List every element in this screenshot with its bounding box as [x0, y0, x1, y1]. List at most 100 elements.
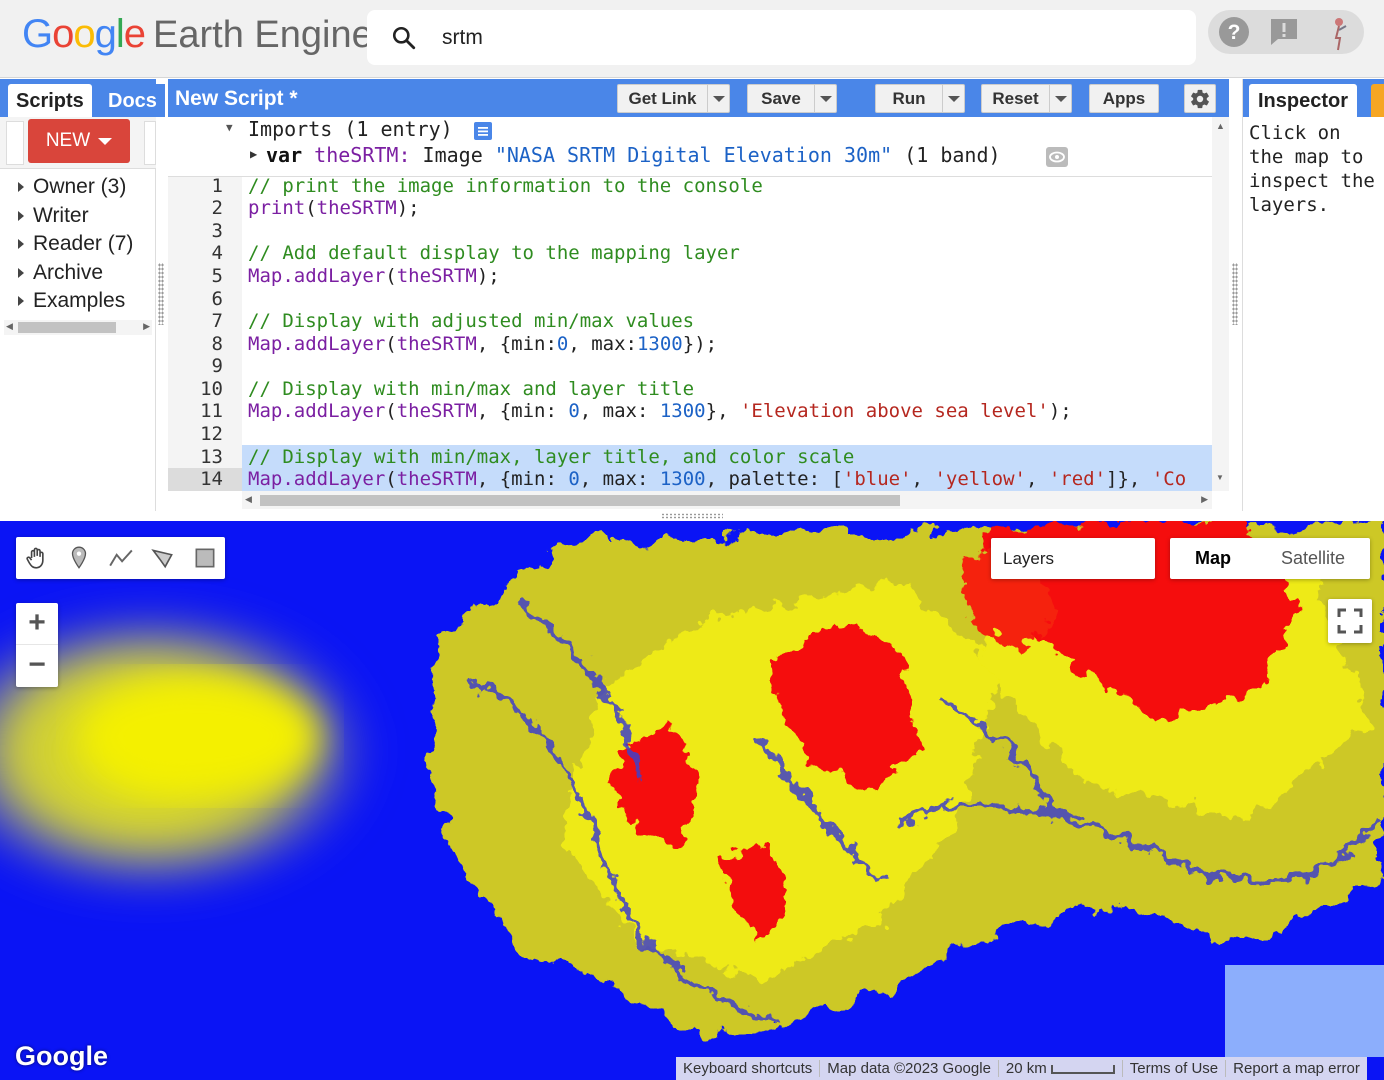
draw-line-icon[interactable] [108, 545, 134, 571]
code-line[interactable]: // Display with min/max, layer title, an… [248, 446, 854, 468]
code-token: 0 [568, 468, 580, 490]
terms-of-use-link[interactable]: Terms of Use [1123, 1060, 1227, 1077]
tab-inspector[interactable]: Inspector [1249, 84, 1358, 117]
tab-console[interactable] [1371, 84, 1384, 117]
tab-scripts[interactable]: Scripts [8, 84, 92, 117]
apps-button[interactable]: Apps [1089, 84, 1159, 113]
import-entry[interactable]: var theSRTM: Image "NASA SRTM Digital El… [266, 143, 1001, 167]
tree-item-writer[interactable]: Writer [18, 204, 89, 228]
keyboard-shortcuts-link[interactable]: Keyboard shortcuts [676, 1060, 821, 1077]
new-button[interactable]: NEW [28, 119, 130, 163]
code-line[interactable]: Map.addLayer(theSRTM, {min:0, max:1300})… [248, 333, 717, 355]
code-line[interactable]: // Display with min/max and layer title [248, 378, 694, 400]
tree-item-reader[interactable]: Reader (7) [18, 232, 133, 256]
code-line[interactable]: Map.addLayer(theSRTM, {min: 0, max: 1300… [248, 468, 1212, 490]
search-box[interactable]: srtm [367, 10, 1196, 65]
save-dropdown[interactable] [814, 85, 836, 112]
code-token: ( [385, 333, 397, 355]
scroll-down-icon[interactable]: ▼ [1216, 473, 1224, 482]
code-token: ( [385, 265, 397, 287]
tree-item-examples[interactable]: Examples [18, 289, 125, 313]
scale-indicator[interactable]: 20 km [999, 1060, 1123, 1077]
eye-icon[interactable] [1046, 147, 1068, 167]
code-token: 'red' [1048, 468, 1107, 490]
pan-hand-icon[interactable] [24, 545, 50, 571]
panel-resize-handle[interactable] [1232, 263, 1238, 325]
horizontal-scrollbar[interactable]: ◀ ▶ [4, 320, 152, 335]
imports-section: ▼ Imports (1 entry) ▶ var theSRTM: Image… [168, 117, 1212, 177]
scroll-up-icon[interactable]: ▲ [1216, 121, 1225, 131]
code-line[interactable]: Map.addLayer(theSRTM, {min: 0, max: 1300… [248, 400, 1072, 422]
reset-button[interactable]: Reset [981, 84, 1072, 113]
code-line[interactable]: // Add default display to the mapping la… [248, 242, 740, 264]
collapse-arrow-icon[interactable]: ▼ [226, 121, 233, 134]
script-title[interactable]: New Script * [175, 87, 298, 111]
marker-pin-icon[interactable] [66, 545, 92, 571]
code-token: ]}, [1106, 468, 1152, 490]
refresh-button[interactable] [144, 121, 156, 165]
save-button[interactable]: Save [747, 84, 837, 113]
draw-polygon-icon[interactable] [150, 545, 176, 571]
scroll-right-icon[interactable]: ▶ [1201, 494, 1208, 505]
get-link-button[interactable]: Get Link [617, 84, 730, 113]
get-link-label: Get Link [628, 88, 697, 108]
logo-letter: e [123, 12, 146, 56]
run-button[interactable]: Run [875, 84, 965, 113]
import-keyword: var [266, 143, 303, 167]
code-line[interactable]: // print the image information to the co… [248, 175, 763, 197]
line-number: 14 [200, 468, 223, 490]
help-icon[interactable]: ? [1218, 16, 1250, 48]
code-token: Map.addLayer [248, 265, 386, 287]
map-type-satellite-button[interactable]: Satellite [1256, 538, 1370, 579]
run-dropdown[interactable] [942, 85, 964, 112]
left-panel-tabs: Scripts Docs [0, 79, 165, 117]
tree-item-archive[interactable]: Archive [18, 261, 103, 285]
panel-resize-handle[interactable] [158, 263, 164, 325]
logo-letter: o [73, 12, 95, 56]
expand-arrow-icon[interactable]: ▶ [250, 147, 257, 161]
horizontal-scrollbar[interactable]: ◀ ▶ [242, 491, 1212, 509]
code-line[interactable]: // Display with adjusted min/max values [248, 310, 694, 332]
map-tile-overlay [1225, 965, 1384, 1057]
filter-field[interactable] [6, 121, 24, 165]
map-canvas[interactable]: + − Layers Map Satellite Google Keyboard… [0, 521, 1384, 1080]
code-token: ); [396, 197, 420, 219]
earth-engine-logo[interactable]: Google Earth Engine [22, 12, 373, 57]
code-token: print [248, 197, 306, 219]
get-link-dropdown[interactable] [707, 85, 729, 112]
scroll-left-icon[interactable]: ◀ [245, 494, 252, 505]
scrollbar-thumb[interactable] [18, 322, 116, 333]
report-map-error-link[interactable]: Report a map error [1226, 1060, 1367, 1077]
fullscreen-button[interactable] [1328, 599, 1372, 643]
search-input[interactable]: srtm [442, 26, 483, 50]
code-token: , [1025, 468, 1049, 490]
google-watermark: Google [15, 1041, 108, 1071]
right-panel-tabs: Inspector [1243, 79, 1384, 117]
code-token: 'yellow' [934, 468, 1026, 490]
account-avatar[interactable] [1324, 14, 1354, 54]
zoom-in-button[interactable]: + [16, 603, 58, 645]
tree-item-label: Owner (3) [33, 175, 127, 198]
code-line[interactable]: print(theSRTM); [248, 197, 420, 219]
line-number: 8 [211, 333, 223, 355]
scroll-right-icon[interactable]: ▶ [143, 321, 150, 332]
layers-button[interactable]: Layers [991, 538, 1155, 579]
scrollbar-thumb[interactable] [260, 495, 900, 506]
vertical-scrollbar[interactable]: ▲ ▼ [1212, 117, 1229, 491]
code-token: 0 [568, 400, 580, 422]
imports-document-icon[interactable] [473, 121, 493, 141]
tree-item-owner[interactable]: Owner (3) [18, 175, 126, 199]
feedback-icon[interactable] [1268, 16, 1300, 48]
scroll-left-icon[interactable]: ◀ [6, 321, 13, 332]
zoom-out-button[interactable]: − [16, 645, 58, 687]
code-token: Map.addLayer [248, 333, 386, 355]
code-line[interactable]: Map.addLayer(theSRTM); [248, 265, 500, 287]
map-type-map-button[interactable]: Map [1170, 538, 1256, 579]
draw-rectangle-icon[interactable] [192, 545, 218, 571]
imports-header[interactable]: Imports (1 entry) [248, 117, 453, 141]
settings-button[interactable] [1184, 84, 1216, 113]
tab-docs[interactable]: Docs [100, 84, 165, 117]
logo-letter: G [22, 12, 53, 56]
reset-dropdown[interactable] [1049, 85, 1071, 112]
map-resize-handle[interactable] [661, 513, 723, 519]
